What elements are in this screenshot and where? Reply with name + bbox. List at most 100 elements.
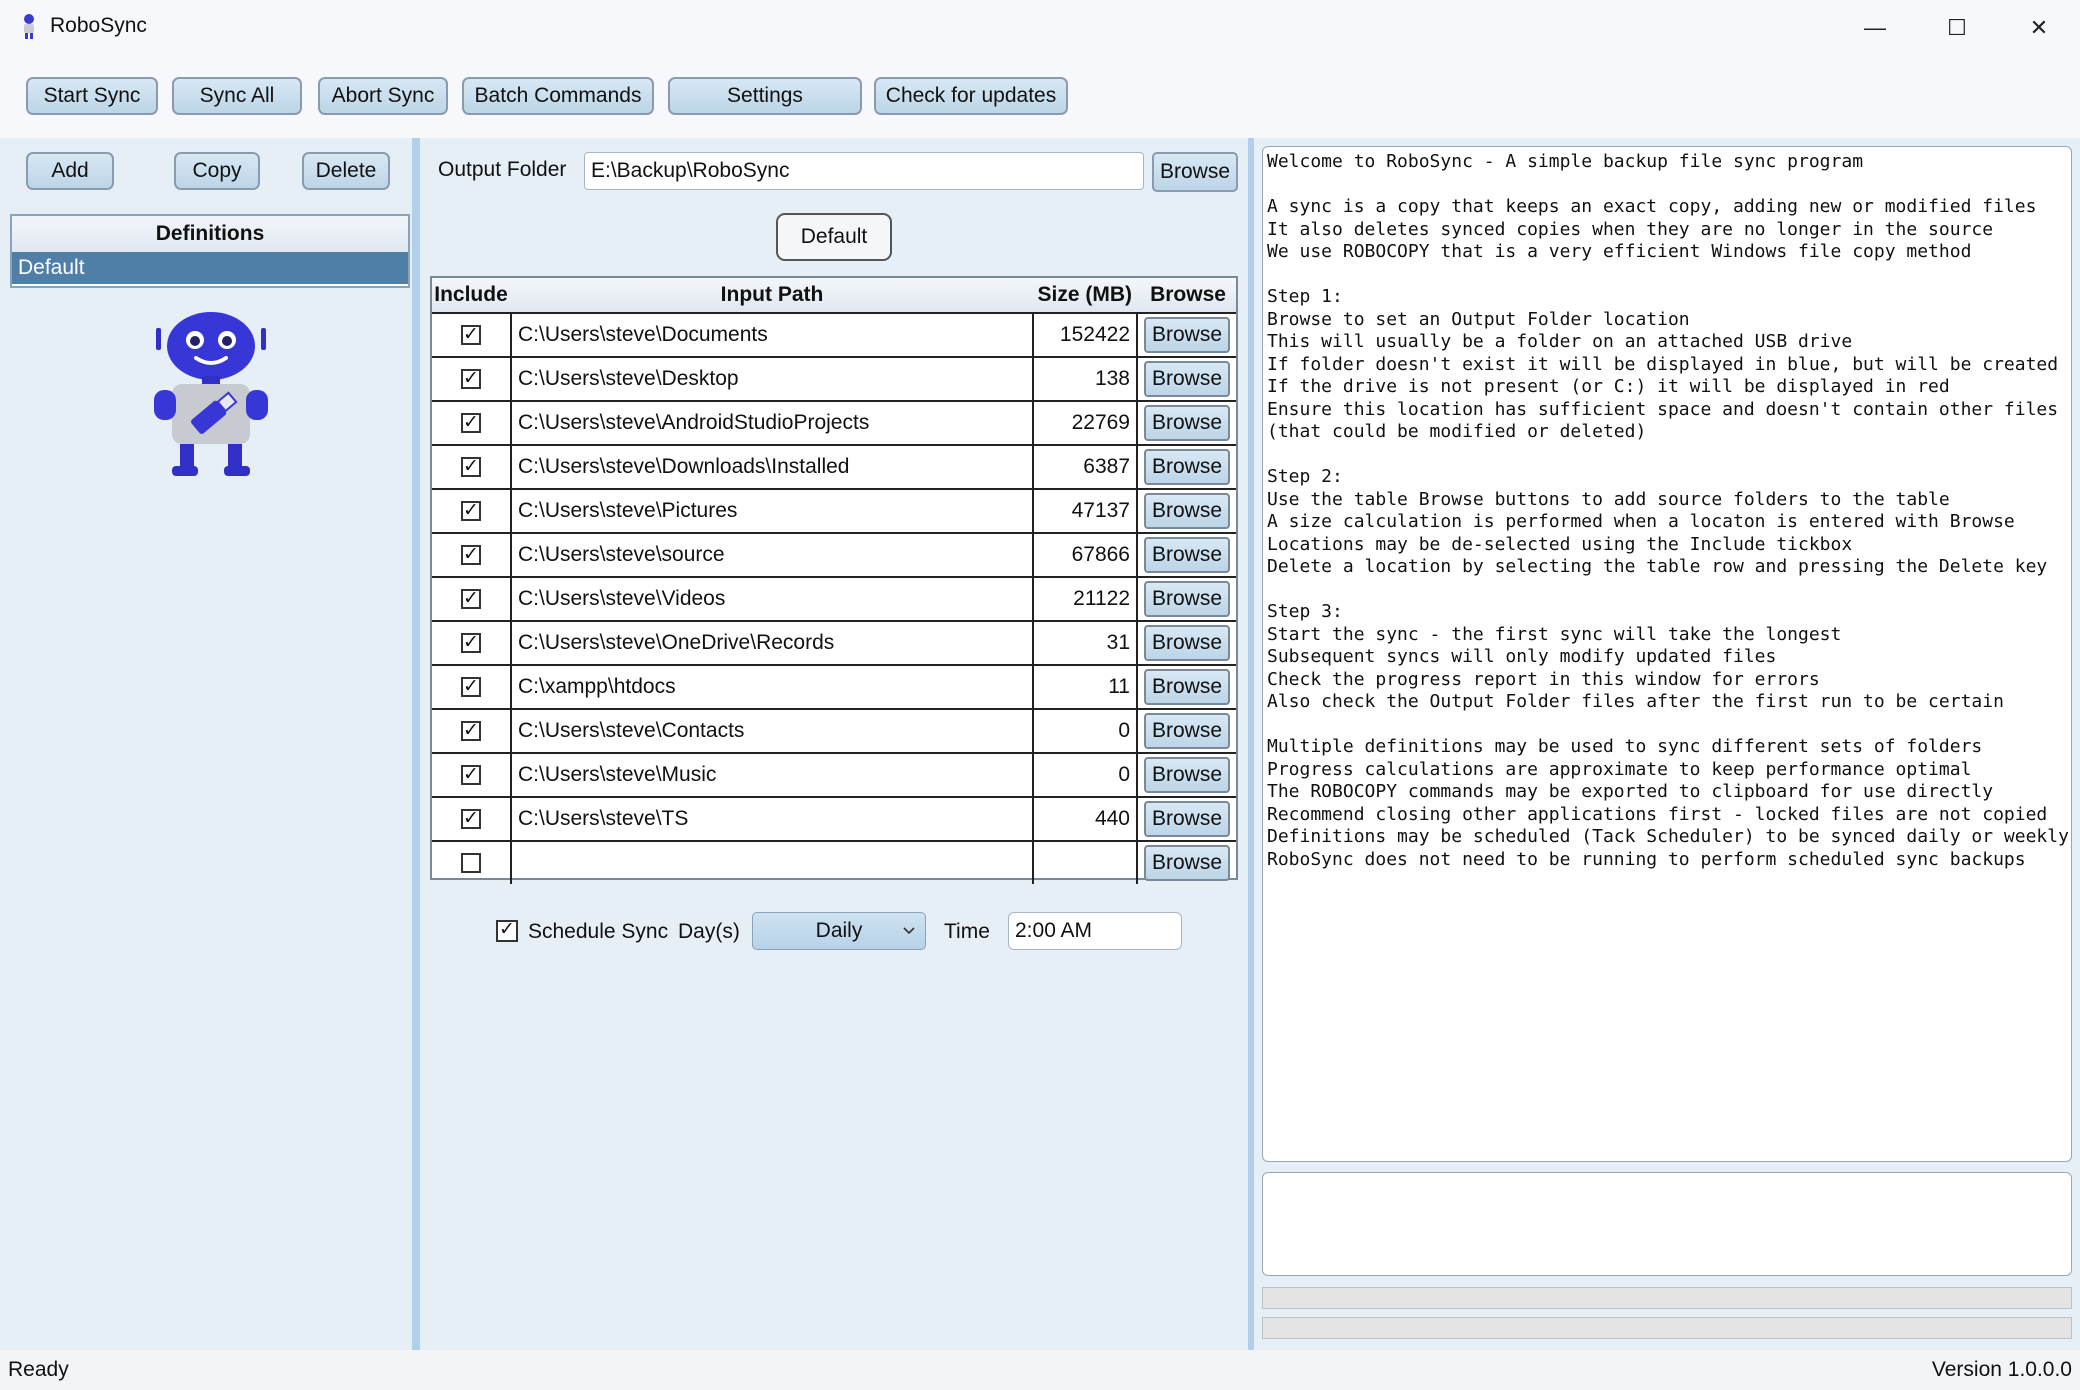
include-cell: ✓ [432, 490, 510, 532]
definitions-list[interactable]: Definitions Default [10, 214, 410, 288]
path-cell[interactable] [512, 842, 1032, 884]
maximize-button[interactable]: ☐ [1926, 8, 1988, 48]
include-cell: ✓ [432, 446, 510, 488]
path-cell[interactable]: C:\Users\steve\AndroidStudioProjects [512, 402, 1032, 444]
table-row[interactable]: ✓ C:\Users\steve\Videos 21122 Browse [432, 576, 1236, 620]
add-definition-button[interactable]: Add [26, 152, 114, 190]
row-browse-button[interactable]: Browse [1144, 625, 1230, 661]
table-row[interactable]: ✓ C:\Users\steve\Contacts 0 Browse [432, 708, 1236, 752]
table-row[interactable]: Browse [432, 840, 1236, 884]
path-cell[interactable]: C:\Users\steve\OneDrive\Records [512, 622, 1032, 664]
size-cell: 22769 [1071, 411, 1130, 434]
size-column-header: Size (MB) [1037, 283, 1133, 306]
include-checkbox[interactable]: ✓ [461, 677, 481, 697]
input-paths-table: Include Input Path Size (MB) Browse ✓ C:\… [430, 276, 1238, 884]
row-browse-button[interactable]: Browse [1144, 845, 1230, 881]
default-button[interactable]: Default [776, 213, 892, 261]
output-browse-button[interactable]: Browse [1152, 152, 1238, 192]
check-updates-button[interactable]: Check for updates [874, 77, 1068, 115]
include-checkbox[interactable]: ✓ [461, 457, 481, 477]
size-cell: 67866 [1071, 543, 1130, 566]
table-row[interactable]: ✓ C:\Users\steve\source 67866 Browse [432, 532, 1236, 576]
include-checkbox[interactable]: ✓ [461, 633, 481, 653]
abort-sync-button[interactable]: Abort Sync [318, 77, 448, 115]
path-cell[interactable]: C:\Users\steve\Downloads\Installed [512, 446, 1032, 488]
row-browse-button[interactable]: Browse [1144, 361, 1230, 397]
definitions-header: Definitions [12, 216, 408, 252]
copy-definition-button[interactable]: Copy [174, 152, 260, 190]
chevron-down-icon [903, 927, 915, 935]
include-checkbox[interactable]: ✓ [461, 721, 481, 741]
row-browse-button[interactable]: Browse [1144, 405, 1230, 441]
output-folder-label: Output Folder [438, 158, 567, 181]
include-checkbox[interactable]: ✓ [461, 545, 481, 565]
table-row[interactable]: ✓ C:\Users\steve\Documents 152422 Browse [432, 312, 1236, 356]
include-checkbox[interactable]: ✓ [461, 325, 481, 345]
path-cell[interactable]: C:\Users\steve\Desktop [512, 358, 1032, 400]
output-folder-input[interactable]: E:\Backup\RoboSync [584, 152, 1144, 190]
toolbar: Start Sync Sync All Abort Sync Batch Com… [0, 54, 2080, 138]
path-cell[interactable]: C:\Users\steve\Music [512, 754, 1032, 796]
path-cell[interactable]: C:\Users\steve\source [512, 534, 1032, 576]
table-row[interactable]: ✓ C:\Users\steve\AndroidStudioProjects 227… [432, 400, 1236, 444]
minimize-button[interactable]: — [1844, 8, 1906, 48]
include-checkbox[interactable]: ✓ [461, 501, 481, 521]
definition-item-default[interactable]: Default [12, 252, 408, 284]
days-dropdown[interactable]: Daily [752, 912, 926, 950]
schedule-sync-checkbox[interactable]: ✓ [496, 920, 518, 942]
path-cell[interactable]: C:\Users\steve\Videos [512, 578, 1032, 620]
row-browse-button[interactable]: Browse [1144, 581, 1230, 617]
start-sync-button[interactable]: Start Sync [26, 77, 158, 115]
include-checkbox[interactable]: ✓ [461, 589, 481, 609]
check-icon: ✓ [463, 764, 479, 785]
include-checkbox[interactable]: ✓ [461, 765, 481, 785]
table-header: Include Input Path Size (MB) Browse [432, 278, 1236, 312]
check-icon: ✓ [463, 720, 479, 741]
path-cell[interactable]: C:\Users\steve\Contacts [512, 710, 1032, 752]
include-cell: ✓ [432, 754, 510, 796]
secondary-output[interactable] [1262, 1172, 2072, 1276]
window-title: RoboSync [50, 14, 147, 37]
table-row[interactable]: ✓ C:\xampp\htdocs 11 Browse [432, 664, 1236, 708]
include-column-header: Include [434, 283, 508, 306]
status-bar: Ready Version 1.0.0.0 [0, 1350, 2080, 1390]
batch-commands-button[interactable]: Batch Commands [462, 77, 654, 115]
log-output[interactable]: Welcome to RoboSync - A simple backup fi… [1262, 146, 2072, 1162]
table-row[interactable]: ✓ C:\Users\steve\Downloads\Installed 6387 B… [432, 444, 1236, 488]
row-browse-button[interactable]: Browse [1144, 801, 1230, 837]
path-cell[interactable]: C:\Users\steve\Pictures [512, 490, 1032, 532]
path-cell[interactable]: C:\xampp\htdocs [512, 666, 1032, 708]
include-checkbox[interactable]: ✓ [461, 369, 481, 389]
schedule-sync-label: Schedule Sync [528, 920, 669, 943]
size-cell: 31 [1106, 631, 1130, 654]
table-row[interactable]: ✓ C:\Users\steve\Music 0 Browse [432, 752, 1236, 796]
row-browse-button[interactable]: Browse [1144, 537, 1230, 573]
left-splitter[interactable] [412, 138, 420, 1350]
table-row[interactable]: ✓ C:\Users\steve\TS 440 Browse [432, 796, 1236, 840]
row-browse-button[interactable]: Browse [1144, 449, 1230, 485]
row-browse-button[interactable]: Browse [1144, 317, 1230, 353]
time-input[interactable]: 2:00 AM [1008, 912, 1182, 950]
table-row[interactable]: ✓ C:\Users\steve\Desktop 138 Browse [432, 356, 1236, 400]
row-browse-button[interactable]: Browse [1144, 757, 1230, 793]
table-row[interactable]: ✓ C:\Users\steve\Pictures 47137 Browse [432, 488, 1236, 532]
include-checkbox[interactable] [461, 853, 481, 873]
check-icon: ✓ [463, 412, 479, 433]
close-button[interactable]: ✕ [2008, 8, 2070, 48]
delete-definition-button[interactable]: Delete [302, 152, 390, 190]
path-cell[interactable]: C:\Users\steve\Documents [512, 314, 1032, 356]
status-text: Ready [8, 1358, 69, 1381]
path-cell[interactable]: C:\Users\steve\TS [512, 798, 1032, 840]
settings-button[interactable]: Settings [668, 77, 862, 115]
size-cell: 0 [1118, 719, 1130, 742]
size-cell: 440 [1094, 807, 1130, 830]
row-browse-button[interactable]: Browse [1144, 493, 1230, 529]
size-cell: 21122 [1073, 587, 1130, 610]
include-checkbox[interactable]: ✓ [461, 413, 481, 433]
sync-all-button[interactable]: Sync All [172, 77, 302, 115]
table-row[interactable]: ✓ C:\Users\steve\OneDrive\Records 31 Browse [432, 620, 1236, 664]
size-cell: 11 [1108, 675, 1130, 698]
row-browse-button[interactable]: Browse [1144, 669, 1230, 705]
row-browse-button[interactable]: Browse [1144, 713, 1230, 749]
include-checkbox[interactable]: ✓ [461, 809, 481, 829]
